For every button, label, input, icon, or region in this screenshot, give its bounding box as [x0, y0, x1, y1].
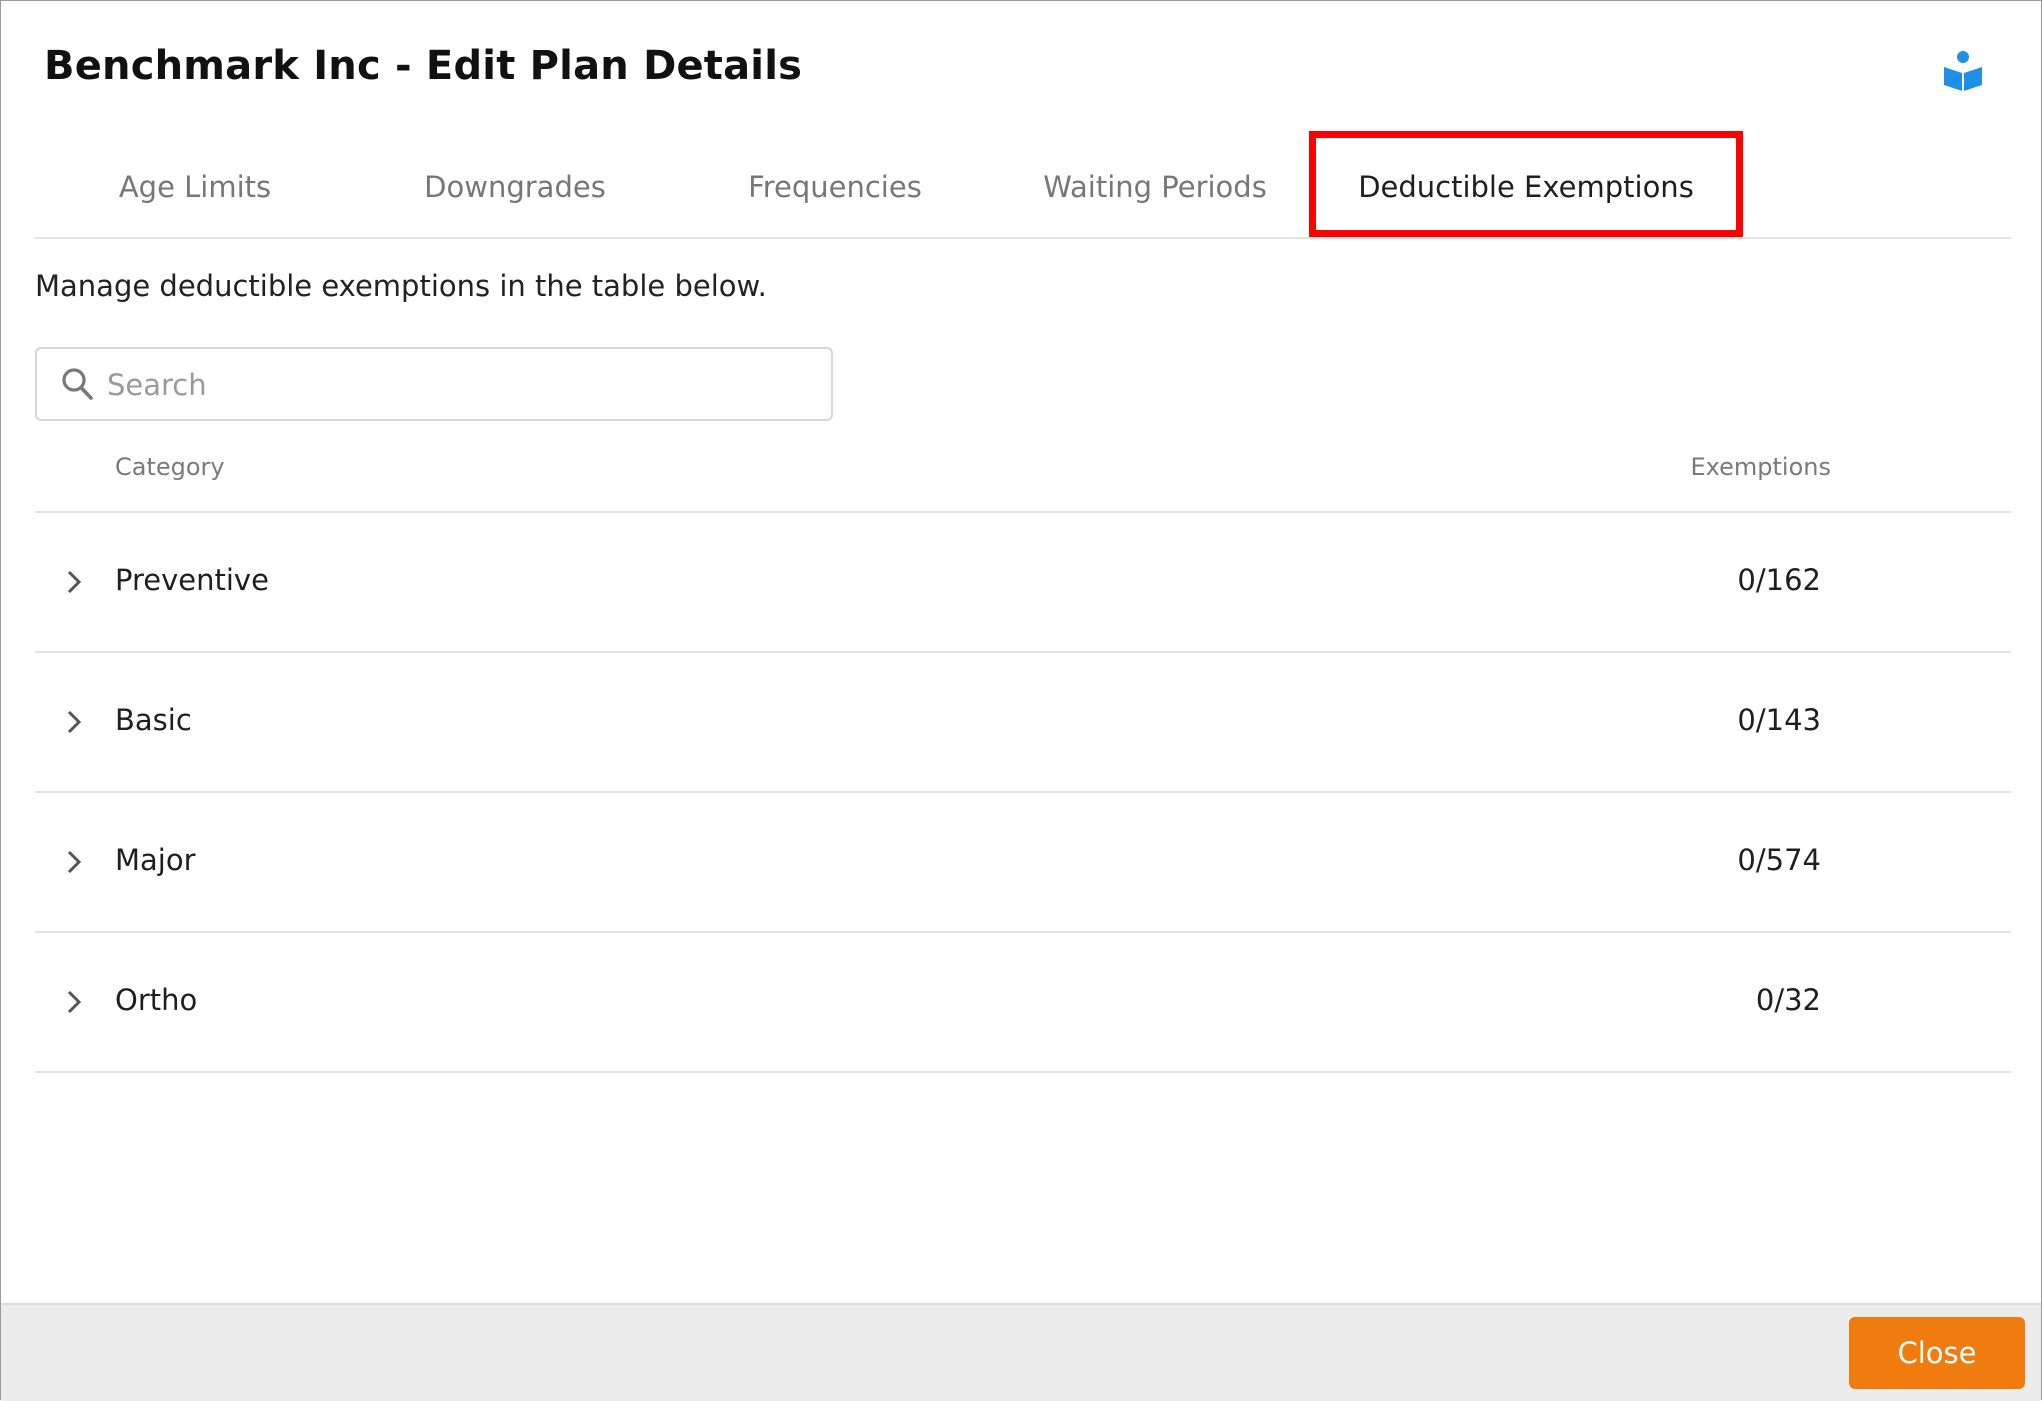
column-header-category[interactable]: Category	[115, 453, 225, 481]
row-exemptions-count: 0/143	[1737, 703, 1821, 737]
dialog-footer: Close	[1, 1303, 2041, 1401]
search-box	[35, 347, 833, 421]
row-exemptions-count: 0/162	[1737, 563, 1821, 597]
tab-frequencies[interactable]: Frequencies	[675, 131, 995, 235]
tab-deductible-exemptions[interactable]: Deductible Exemptions	[1309, 131, 1743, 235]
intro-text: Manage deductible exemptions in the tabl…	[35, 269, 767, 303]
table-row-ortho[interactable]: Ortho 0/32	[35, 933, 2011, 1073]
row-exemptions-count: 0/574	[1737, 843, 1821, 877]
book-reader-icon[interactable]	[1941, 49, 1985, 93]
row-exemptions-count: 0/32	[1755, 983, 1821, 1017]
chevron-right-icon[interactable]	[65, 569, 83, 595]
tab-bar: Age Limits Downgrades Frequencies Waitin…	[35, 131, 2011, 239]
close-button[interactable]: Close	[1849, 1317, 2025, 1389]
dialog-title: Benchmark Inc - Edit Plan Details	[44, 43, 803, 89]
chevron-right-icon[interactable]	[65, 989, 83, 1015]
table-row-major[interactable]: Major 0/574	[35, 793, 2011, 933]
row-category: Basic	[115, 703, 192, 737]
tab-downgrades[interactable]: Downgrades	[355, 131, 675, 235]
tab-waiting-periods[interactable]: Waiting Periods	[995, 131, 1315, 235]
search-input[interactable]	[105, 359, 809, 411]
table-row-basic[interactable]: Basic 0/143	[35, 653, 2011, 793]
row-category: Ortho	[115, 983, 198, 1017]
chevron-right-icon[interactable]	[65, 709, 83, 735]
table-header: Category Exemptions	[35, 445, 2011, 513]
search-icon	[62, 368, 93, 400]
table-row-preventive[interactable]: Preventive 0/162	[35, 513, 2011, 653]
column-header-exemptions[interactable]: Exemptions	[1691, 453, 1831, 481]
tab-age-limits[interactable]: Age Limits	[35, 131, 355, 235]
row-category: Preventive	[115, 563, 269, 597]
row-category: Major	[115, 843, 196, 877]
edit-plan-dialog: Benchmark Inc - Edit Plan Details Age Li…	[0, 0, 2042, 1401]
exemptions-table-body: Preventive 0/162 Basic 0/143 Major 0/574…	[35, 513, 2011, 1073]
chevron-right-icon[interactable]	[65, 849, 83, 875]
